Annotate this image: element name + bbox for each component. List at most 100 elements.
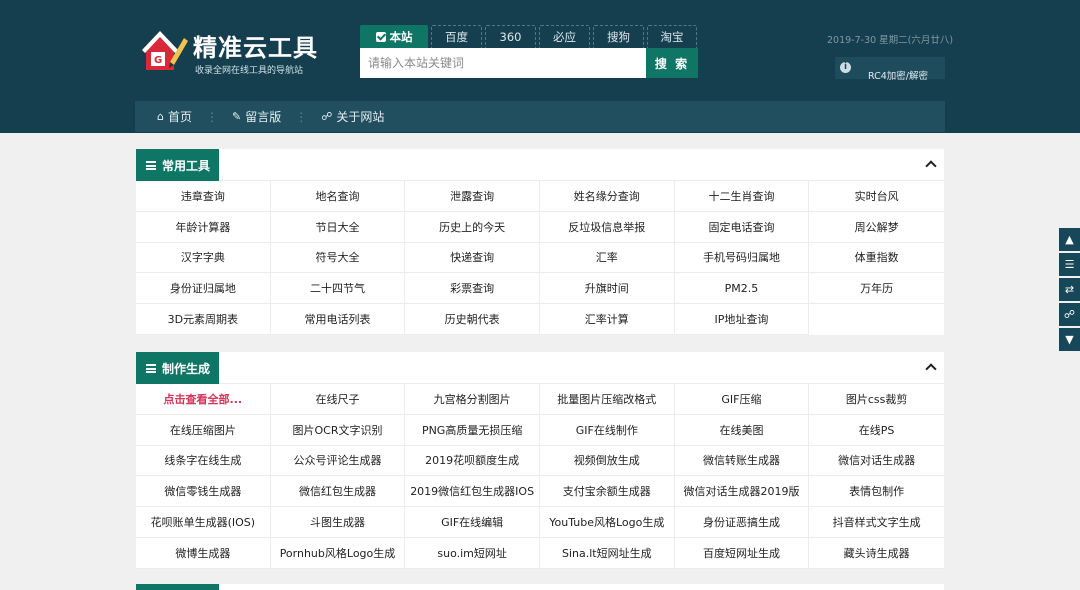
tool-shortcut[interactable]: i RC4加密/解密	[835, 57, 945, 82]
tool-link[interactable]: 花呗账单生成器(IOS)	[136, 507, 271, 538]
tool-link[interactable]: 常用电话列表	[270, 304, 406, 335]
tool-link[interactable]: 九宫格分割图片	[405, 384, 540, 415]
tool-link[interactable]: 微信红包生成器	[270, 476, 406, 508]
tool-link[interactable]: 在线PS	[809, 415, 944, 446]
tool-link[interactable]: PM2.5	[674, 273, 810, 305]
tool-link[interactable]: 批量图片压缩改格式	[539, 384, 675, 415]
nav-item-guestbook[interactable]: ✎ 留言版	[232, 108, 281, 125]
logo-mark-icon: G	[142, 31, 188, 70]
tool-link[interactable]: 十二生肖查询	[674, 181, 810, 212]
tool-link[interactable]: 线条字在线生成	[136, 445, 271, 477]
tool-link[interactable]: 图片css裁剪	[809, 384, 944, 415]
tool-link[interactable]: Sina.lt短网址生成	[539, 537, 675, 569]
tool-link[interactable]: 公众号评论生成器	[270, 445, 406, 477]
tool-link[interactable]: 微博生成器	[136, 537, 271, 569]
tool-link[interactable]: Pornhub风格Logo生成	[270, 537, 406, 569]
engine-tab-sogou[interactable]: 搜狗	[593, 25, 644, 48]
tool-link[interactable]: 年龄计算器	[136, 211, 271, 243]
section-common-tools: 常用工具 违章查询 地名查询 泄露查询 姓名缘分查询 十二生肖查询 实时台风 年龄计算器 节日…	[136, 149, 944, 335]
tool-link[interactable]: 历史朝代表	[405, 304, 540, 335]
tool-link[interactable]: 彩票查询	[405, 273, 540, 305]
tool-link[interactable]: 升旗时间	[539, 273, 675, 305]
tool-link[interactable]: 在线尺子	[270, 384, 406, 415]
tool-link[interactable]: 藏头诗生成器	[809, 538, 944, 569]
engine-tab-baidu[interactable]: 百度	[431, 25, 482, 48]
list-button[interactable]: ☰	[1059, 253, 1080, 276]
back-to-top-button[interactable]: ▲	[1059, 228, 1080, 251]
tool-link[interactable]: PNG高质量无损压缩	[405, 414, 540, 446]
chevron-up-icon[interactable]	[924, 157, 938, 171]
tool-link[interactable]: GIF压缩	[674, 384, 810, 415]
site-logo[interactable]: G 精准云工具 收录全网在线工具的导航站	[140, 26, 330, 78]
tool-link[interactable]: GIF在线制作	[539, 414, 675, 446]
tool-link[interactable]: 视频倒放生成	[539, 445, 675, 477]
tool-link[interactable]: 反垃圾信息举报	[539, 211, 675, 243]
menu-icon	[146, 363, 156, 373]
nav-separator: ⋮	[295, 109, 308, 124]
menu-icon	[146, 160, 156, 170]
tool-link[interactable]: IP地址查询	[674, 304, 810, 335]
tool-link[interactable]: GIF在线编辑	[405, 507, 540, 538]
scroll-down-button[interactable]: ▼	[1059, 328, 1080, 351]
tool-link[interactable]: 泄露查询	[405, 181, 540, 212]
tool-link[interactable]: 点击查看全部...	[136, 384, 271, 415]
tool-link[interactable]: 2019微信红包生成器IOS	[405, 476, 540, 508]
tool-grid: 点击查看全部... 在线尺子 九宫格分割图片 批量图片压缩改格式 GIF压缩 图片css裁…	[136, 384, 944, 569]
tool-link[interactable]: 微信转账生成器	[674, 445, 810, 477]
chevron-up-icon[interactable]	[924, 360, 938, 374]
tool-link[interactable]: 快递查询	[405, 242, 540, 274]
tool-link[interactable]: 周公解梦	[809, 212, 944, 243]
shuffle-button[interactable]: ⇄	[1059, 278, 1080, 301]
tool-link[interactable]: 实时台风	[809, 181, 944, 212]
tool-link[interactable]: 图片OCR文字识别	[270, 414, 406, 446]
tool-link[interactable]: 汇率	[539, 242, 675, 274]
tool-link[interactable]: 百度短网址生成	[674, 537, 810, 569]
down-icon: ▼	[1065, 333, 1074, 346]
engine-tab-site[interactable]: 本站	[360, 25, 428, 48]
tool-link[interactable]: 微信零钱生成器	[136, 476, 271, 508]
tool-link[interactable]: 手机号码归属地	[674, 242, 810, 274]
tool-link[interactable]: 汇率计算	[539, 304, 675, 335]
info-icon: i	[840, 62, 851, 73]
tool-grid: 违章查询 地名查询 泄露查询 姓名缘分查询 十二生肖查询 实时台风年龄计算器 节日大全 历史上…	[136, 181, 944, 335]
tool-link[interactable]: 万年历	[809, 273, 944, 305]
share-button[interactable]: ☍	[1059, 303, 1080, 326]
tool-link[interactable]: 在线美图	[674, 414, 810, 446]
tool-link[interactable]: 表情包制作	[809, 476, 944, 508]
tool-link[interactable]: 汉字字典	[136, 242, 271, 274]
tool-link[interactable]: 2019花呗额度生成	[405, 445, 540, 477]
tool-link[interactable]: 身份证恶搞生成	[674, 507, 810, 538]
engine-tab-bing[interactable]: 必应	[539, 25, 590, 48]
tool-link[interactable]: 违章查询	[136, 181, 271, 212]
share-icon: ☍	[1063, 308, 1076, 321]
tool-link[interactable]: 微信对话生成器	[809, 446, 944, 477]
tool-link[interactable]: 姓名缘分查询	[539, 181, 675, 212]
tool-link[interactable]: 历史上的今天	[405, 211, 540, 243]
nav-item-home[interactable]: ⌂ 首页	[157, 108, 192, 125]
tool-link[interactable]: 二十四节气	[270, 273, 406, 305]
tool-link[interactable]: 抖音样式文字生成	[809, 507, 944, 538]
nav-item-about[interactable]: ☍ 关于网站	[321, 108, 384, 125]
tool-link[interactable]: 节日大全	[270, 211, 406, 243]
shuffle-icon: ⇄	[1064, 283, 1075, 296]
tool-link[interactable]: 地名查询	[270, 181, 406, 212]
tool-link[interactable]: 符号大全	[270, 242, 406, 274]
tool-link[interactable]: 在线压缩图片	[136, 414, 271, 446]
tool-link[interactable]: 微信对话生成器2019版	[674, 476, 810, 508]
tool-link[interactable]: 支付宝余额生成器	[539, 476, 675, 508]
search-button[interactable]: 搜 索	[646, 48, 698, 78]
main-nav: ⌂ 首页 ⋮ ✎ 留言版 ⋮ ☍ 关于网站	[135, 101, 945, 132]
engine-tab-taobao[interactable]: 淘宝	[647, 25, 697, 48]
tool-link[interactable]: 3D元素周期表	[136, 304, 271, 335]
search-input[interactable]	[360, 48, 646, 78]
tool-link[interactable]: YouTube风格Logo生成	[539, 507, 675, 538]
section-next	[136, 584, 944, 590]
tool-link[interactable]: 斗图生成器	[270, 507, 406, 538]
tool-link[interactable]: 固定电话查询	[674, 211, 810, 243]
engine-tab-360[interactable]: 360	[485, 25, 536, 48]
tool-link[interactable]: 体重指数	[809, 243, 944, 274]
tool-link[interactable]: 身份证归属地	[136, 273, 271, 305]
site-header: G 精准云工具 收录全网在线工具的导航站 本站 百度 360 必应 搜狗 淘宝 …	[0, 0, 1080, 133]
section-generators: 制作生成 点击查看全部... 在线尺子 九宫格分割图片 批量图片压缩改格式 GIF压缩图…	[136, 352, 944, 569]
tool-link[interactable]: suo.im短网址	[405, 537, 540, 569]
